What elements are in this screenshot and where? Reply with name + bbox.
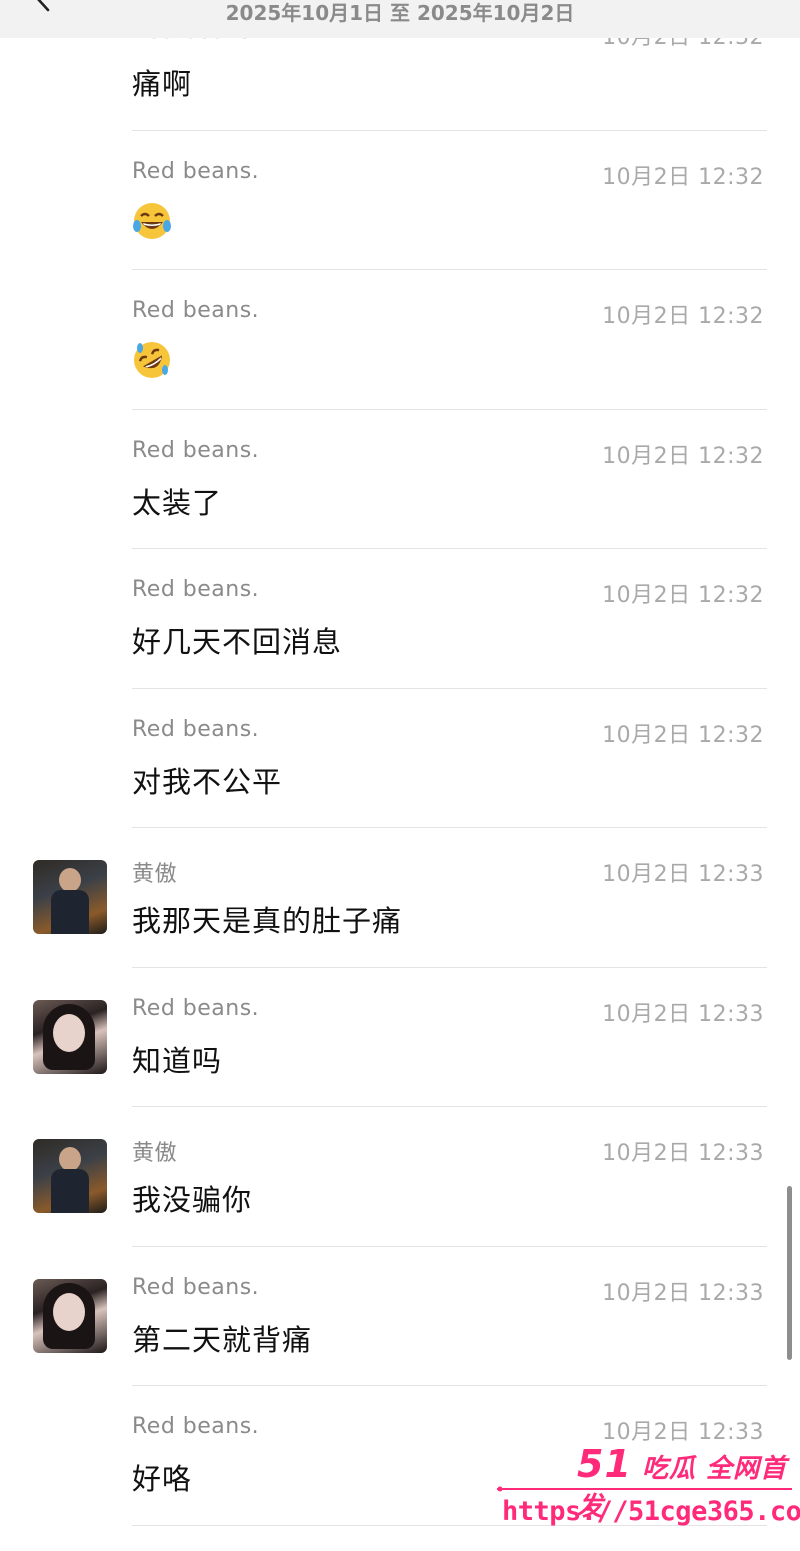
avatar[interactable] — [33, 1139, 107, 1213]
sender-name: Red beans. — [132, 1414, 260, 1439]
scrollbar[interactable] — [787, 1186, 792, 1360]
sender-name: Red beans. — [132, 995, 260, 1021]
message-text: 痛啊 — [132, 67, 193, 101]
message-row[interactable]: Red beans. 10月2日 12:32 对我不公平 — [0, 689, 800, 828]
message-time: 10月2日 12:33 — [602, 862, 764, 887]
watermark: 51 吃瓜 全网首发 https://51cge365.com — [497, 1438, 800, 1538]
sender-name: 黄傲 — [132, 862, 178, 887]
date-range-title: 2025年10月1日 至 2025年10月2日 — [225, 1, 575, 25]
avatar[interactable] — [33, 860, 107, 934]
sender-name: Red beans. — [132, 298, 260, 323]
sender-name: 黄傲 — [132, 1141, 178, 1166]
message-text: 第二天就背痛 — [132, 1322, 313, 1357]
tears-of-joy-emoji-icon — [133, 202, 171, 239]
avatar[interactable] — [33, 999, 107, 1074]
watermark-line — [497, 1486, 792, 1492]
message-text: 我那天是真的肚子痛 — [132, 904, 403, 938]
sender-name: Red beans. — [132, 1274, 260, 1300]
message-text: 知道吗 — [132, 1043, 223, 1078]
message-row[interactable]: 黄傲 10月2日 12:33 我那天是真的肚子痛 — [0, 828, 800, 968]
message-row[interactable]: Red beans. 10月2日 12:32 — [0, 270, 800, 410]
watermark-url: https://51cge365.com — [502, 1496, 800, 1527]
message-row[interactable]: Red beans. 10月2日 12:33 知道吗 — [0, 968, 800, 1107]
sender-name: Red beans. — [132, 437, 260, 463]
message-time: 10月2日 12:32 — [602, 443, 764, 469]
message-time: 10月2日 12:33 — [602, 1280, 764, 1306]
avatar[interactable] — [33, 1278, 107, 1353]
message-row[interactable]: Red beans. 10月2日 12:32 — [0, 131, 800, 270]
sender-name: Red beans. — [132, 577, 260, 602]
message-row[interactable]: Red beans. 10月2日 12:33 第二天就背痛 — [0, 1247, 800, 1386]
message-time: 10月2日 12:32 — [602, 164, 764, 190]
message-row[interactable]: 黄傲 10月2日 12:33 我没骗你 — [0, 1107, 800, 1247]
message-text: 我没骗你 — [132, 1183, 253, 1217]
rolling-laughing-emoji-icon — [134, 342, 170, 378]
message-time: 10月2日 12:33 — [602, 1001, 764, 1027]
sender-name: Red beans. — [132, 158, 260, 184]
message-text: 好几天不回消息 — [132, 625, 343, 659]
message-text: 对我不公平 — [132, 764, 283, 799]
sender-name: Red beans. — [132, 716, 260, 742]
header-bar: 2025年10月1日 至 2025年10月2日 — [0, 0, 800, 38]
message-row[interactable]: Red beans. 10月2日 12:32 太装了 — [0, 410, 800, 549]
message-time: 10月2日 12:32 — [602, 304, 764, 329]
message-time: 10月2日 12:32 — [602, 722, 764, 748]
message-time: 10月2日 12:32 — [602, 583, 764, 608]
message-text: 好咯 — [132, 1462, 193, 1496]
message-time: 10月2日 12:33 — [602, 1141, 764, 1166]
watermark-brand-number: 51 — [577, 1442, 632, 1486]
message-text: 太装了 — [132, 485, 223, 520]
message-row[interactable]: Red beans. 10月2日 12:32 好几天不回消息 — [0, 549, 800, 689]
